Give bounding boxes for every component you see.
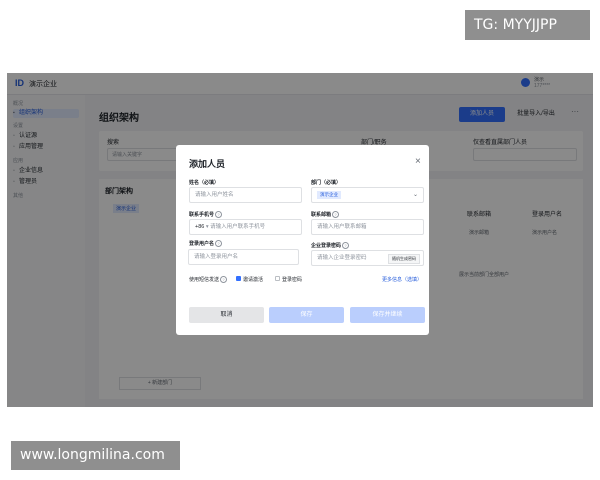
generate-password-button[interactable]: 随机生成密码 [388, 254, 420, 264]
more-options-link[interactable]: 更多信息（选填） [382, 276, 422, 283]
password-input[interactable]: 请输入企业登录密码 随机生成密码 [311, 250, 424, 266]
password-checkbox[interactable] [275, 276, 280, 281]
dept-tag: 演示企业 [317, 191, 341, 199]
email-input[interactable]: 请输入用户联系邮箱 [311, 219, 424, 235]
watermark-site: www.longmilina.com [11, 441, 180, 470]
dept-label: 部门（必填） [311, 180, 342, 186]
invite-checkbox[interactable] [236, 276, 241, 281]
name-label: 姓名（必填） [189, 180, 220, 186]
password-option-label: 登录密码 [282, 277, 303, 283]
username-input[interactable]: 请输入登录用户名 [188, 249, 299, 265]
phone-input[interactable]: +86 ▾ 请输入用户联系手机号 [189, 219, 302, 235]
notify-label: 使用短信发送? [189, 276, 228, 284]
watermark-telegram: TG: MYYJJPP [465, 10, 590, 40]
dept-select[interactable]: 演示企业 ⌄ [311, 187, 424, 203]
admin-app-window: ID 演示企业 演示 177**** 概况 ▪ 组织架构 设置 ▫ 认证源 ▫ 应用管… [7, 73, 593, 407]
dialog-title: 添加人员 [189, 159, 226, 169]
username-field-highlight: 登录用户名? 请输入登录用户名 [181, 236, 305, 268]
help-icon[interactable]: ? [332, 211, 340, 219]
chevron-down-icon: ⌄ [412, 192, 418, 198]
email-label: 联系邮箱? [311, 211, 340, 219]
save-button[interactable]: 保存 [269, 307, 344, 323]
name-input[interactable]: 请输入用户姓名 [189, 187, 302, 203]
phone-prefix[interactable]: +86 [195, 224, 204, 230]
help-icon[interactable]: ? [342, 242, 350, 250]
close-icon[interactable]: × [415, 156, 421, 167]
help-icon[interactable]: ? [220, 276, 228, 284]
username-label: 登录用户名? [189, 240, 223, 248]
password-label: 企业登录密码? [311, 242, 350, 250]
save-and-continue-button[interactable]: 保存并继续 [350, 307, 425, 323]
help-icon[interactable]: ? [215, 211, 223, 219]
phone-label: 联系手机号? [189, 211, 223, 219]
cancel-button[interactable]: 取消 [189, 307, 264, 323]
invite-label: 邀请激活 [243, 277, 264, 283]
help-icon[interactable]: ? [215, 240, 223, 248]
